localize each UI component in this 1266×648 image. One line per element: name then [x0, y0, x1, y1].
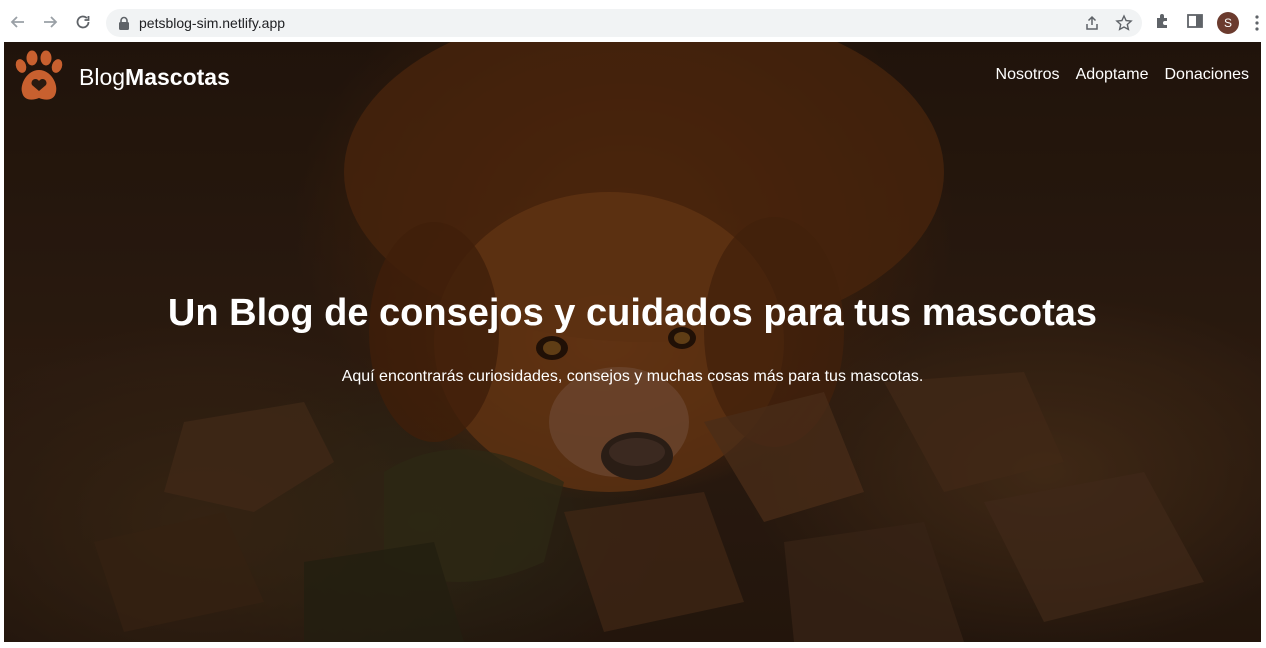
- nav-link-donaciones[interactable]: Donaciones: [1165, 66, 1250, 84]
- share-icon[interactable]: [1083, 14, 1101, 32]
- site-brand[interactable]: BlogMascotas: [79, 64, 230, 91]
- more-vert-icon[interactable]: [1254, 14, 1260, 32]
- hero-title: Un Blog de consejos y cuidados para tus …: [167, 292, 1098, 334]
- browser-toolbar: petsblog-sim.netlify.app S: [0, 0, 1266, 42]
- extensions-icon[interactable]: [1154, 12, 1172, 30]
- nav-link-adoptame[interactable]: Adoptame: [1076, 66, 1149, 84]
- reload-icon[interactable]: [72, 11, 94, 33]
- url-text[interactable]: petsblog-sim.netlify.app: [139, 15, 285, 31]
- nav-link-nosotros[interactable]: Nosotros: [996, 66, 1060, 84]
- profile-avatar[interactable]: S: [1217, 12, 1239, 34]
- hero-overlay: [4, 42, 1261, 642]
- web-page: BlogMascotas Nosotros Adoptame Donacione…: [4, 42, 1261, 642]
- bookmark-star-icon[interactable]: [1115, 14, 1133, 32]
- main-nav: Nosotros Adoptame Donaciones: [996, 66, 1249, 84]
- lock-icon[interactable]: [118, 16, 130, 30]
- side-panel-icon[interactable]: [1186, 12, 1204, 30]
- back-arrow-icon[interactable]: [7, 11, 29, 33]
- paw-logo-icon[interactable]: [12, 50, 66, 104]
- address-bar[interactable]: petsblog-sim.netlify.app: [106, 9, 1142, 37]
- forward-arrow-icon[interactable]: [39, 11, 61, 33]
- brand-bold-text: Mascotas: [125, 64, 230, 90]
- hero-subtitle: Aquí encontrarás curiosidades, consejos …: [341, 368, 924, 385]
- brand-light-text: Blog: [79, 64, 126, 90]
